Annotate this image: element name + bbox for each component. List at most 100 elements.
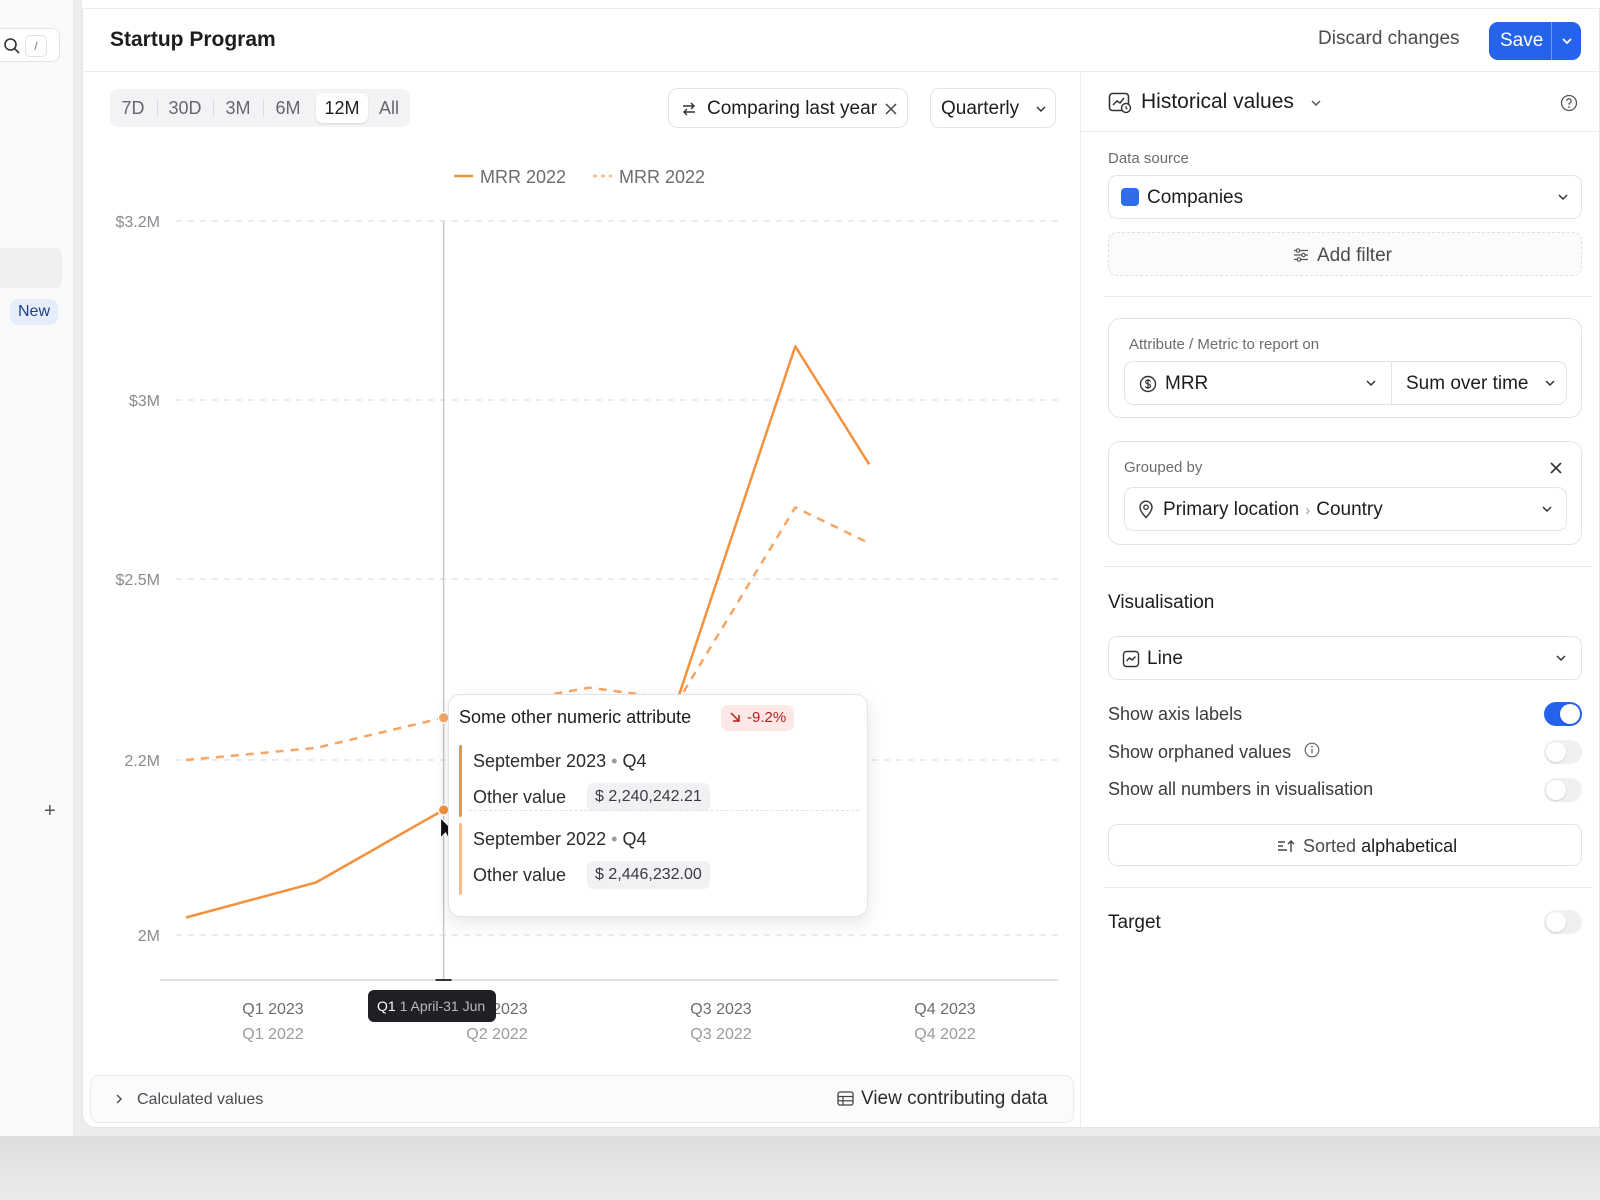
legend-label: MRR 2022: [480, 167, 566, 187]
group-by-attribute: Primary location: [1163, 499, 1300, 520]
aggregation-select[interactable]: Sum over time: [1391, 361, 1567, 405]
orphaned-values-toggle[interactable]: [1544, 740, 1582, 764]
metric-value: MRR: [1165, 373, 1209, 394]
toggle-knob: [1546, 742, 1566, 762]
chart-footer: Calculated values View contributing data: [90, 1075, 1074, 1123]
dollar-circle-icon: [1139, 375, 1157, 393]
series-color-bar: [459, 823, 462, 895]
panel-divider: [1080, 72, 1081, 1128]
add-filter-button[interactable]: Add filter: [1108, 232, 1582, 276]
save-button[interactable]: Save: [1489, 22, 1581, 60]
group-by-select[interactable]: Primary location › Country: [1124, 487, 1567, 531]
group-by-path: Primary location › Country: [1163, 499, 1383, 521]
y-tick-label: $3.2M: [116, 214, 160, 231]
location-pin-icon: [1139, 500, 1153, 519]
toggle-label-orphaned-values: Show orphaned values: [1108, 742, 1320, 763]
x-tick-label-comparison: Q1 2022: [242, 1026, 303, 1043]
y-axis: 2M 2.2M $2.5M $3M $3.2M: [116, 214, 160, 945]
hover-quarter: Q1: [377, 998, 396, 1014]
tooltip-current: September 2023 • Q4 Other value $ 2,240,…: [459, 745, 857, 817]
chart-tooltip: Some other numeric attribute -9.2% Septe…: [448, 694, 868, 917]
visualisation-heading: Visualisation: [1108, 592, 1215, 613]
all-numbers-toggle[interactable]: [1544, 778, 1582, 802]
visualisation-value: Line: [1147, 648, 1183, 669]
view-contributing-data-button[interactable]: View contributing data: [837, 1088, 1048, 1110]
x-tick-label: Q3 2023: [690, 1001, 751, 1018]
tooltip-value: $ 2,446,232.00: [587, 861, 710, 889]
discard-changes-button[interactable]: Discard changes: [1318, 28, 1460, 50]
chart-legend: MRR 2022 MRR 2022: [454, 167, 705, 187]
window-bottom-edge: [0, 1136, 1600, 1200]
series-color-bar: [459, 745, 462, 817]
toggle-label-axis-labels: Show axis labels: [1108, 704, 1243, 724]
change-badge: -9.2%: [721, 705, 795, 731]
aggregation-value: Sum over time: [1406, 373, 1529, 394]
help-icon[interactable]: [1560, 94, 1578, 112]
tooltip-period: September 2023 • Q4: [473, 751, 646, 772]
y-tick-label: $3M: [129, 393, 160, 410]
toggle-knob: [1546, 780, 1566, 800]
hover-point: [439, 805, 449, 815]
tooltip-quarter: Q4: [622, 829, 647, 849]
panel-header-divider: [1081, 131, 1600, 132]
chevron-right-icon[interactable]: [115, 1093, 123, 1105]
x-tick-label: Q4 2023: [914, 1001, 975, 1018]
companies-icon: [1121, 188, 1139, 206]
separator-dot: •: [611, 829, 618, 849]
y-tick-label: 2M: [138, 928, 160, 945]
panel-title-select[interactable]: Historical values: [1141, 90, 1322, 114]
chevron-right-icon: ›: [1305, 502, 1311, 519]
tooltip-value-label: Other value: [473, 787, 567, 807]
chevron-down-icon: [1556, 655, 1566, 662]
data-source-select[interactable]: Companies: [1108, 175, 1582, 219]
save-options-button[interactable]: [1551, 22, 1581, 60]
panel-title: Historical values: [1141, 90, 1294, 113]
group-by-leaf: Country: [1316, 499, 1383, 520]
tooltip-period: September 2022 • Q4: [473, 829, 646, 850]
hover-range: 1 April-31 Jun: [399, 998, 486, 1014]
target-label: Target: [1108, 912, 1161, 933]
tooltip-quarter: Q4: [622, 751, 647, 771]
hover-period-chip: Q1 1 April-31 Jun: [368, 990, 496, 1022]
group-by-label: Grouped by: [1124, 459, 1203, 476]
sort-text: Sorted alphabetical: [1277, 836, 1457, 857]
info-icon[interactable]: [1304, 742, 1320, 758]
metric-select[interactable]: MRR: [1124, 361, 1392, 405]
sort-value: alphabetical: [1361, 836, 1458, 856]
chevron-down-icon: [1542, 506, 1552, 513]
tooltip-divider: [469, 810, 859, 811]
toggle-label-all-numbers: Show all numbers in visualisation: [1108, 779, 1374, 799]
chevron-down-icon: [1366, 380, 1376, 387]
x-axis: Q1 2023Q1 2022Q2 2023Q2 2022Q3 2023Q3 20…: [242, 1001, 975, 1043]
section-divider: [1104, 566, 1592, 567]
target-toggle[interactable]: [1544, 910, 1582, 934]
chevron-down-icon: [1545, 380, 1555, 387]
calculated-values-toggle[interactable]: Calculated values: [137, 1091, 263, 1109]
line-chart-icon: [1122, 650, 1140, 668]
x-tick-label: Q1 2023: [242, 1001, 303, 1018]
arrow-down-right-icon: [730, 712, 740, 722]
toggle-knob: [1560, 704, 1580, 724]
visualisation-select[interactable]: Line: [1108, 636, 1582, 680]
add-filter-label: Add filter: [1317, 245, 1392, 266]
x-tick-label-comparison: Q3 2022: [690, 1026, 751, 1043]
sort-button[interactable]: Sorted alphabetical: [1108, 824, 1582, 866]
historical-chart-icon: [1108, 92, 1132, 114]
y-tick-label: $2.5M: [116, 572, 160, 589]
chevron-down-icon: [1558, 194, 1568, 201]
axis-labels-toggle[interactable]: [1544, 702, 1582, 726]
y-tick-label: 2.2M: [124, 753, 160, 770]
orphaned-values-label: Show orphaned values: [1108, 742, 1292, 762]
filter-sliders-icon: [1294, 248, 1308, 262]
view-contributing-data-label: View contributing data: [861, 1088, 1048, 1109]
data-source-label: Data source: [1108, 150, 1189, 167]
tooltip-value-label: Other value: [473, 865, 567, 885]
hover-point: [439, 713, 449, 723]
close-icon[interactable]: [1549, 461, 1563, 475]
chevron-down-icon: [1311, 100, 1321, 107]
sort-ascending-icon: [1278, 840, 1295, 852]
sort-prefix: Sorted: [1303, 836, 1357, 856]
x-tick-label-comparison: Q2 2022: [466, 1026, 527, 1043]
tooltip-date: September 2023: [473, 751, 607, 771]
tooltip-value: $ 2,240,242.21: [587, 783, 710, 811]
